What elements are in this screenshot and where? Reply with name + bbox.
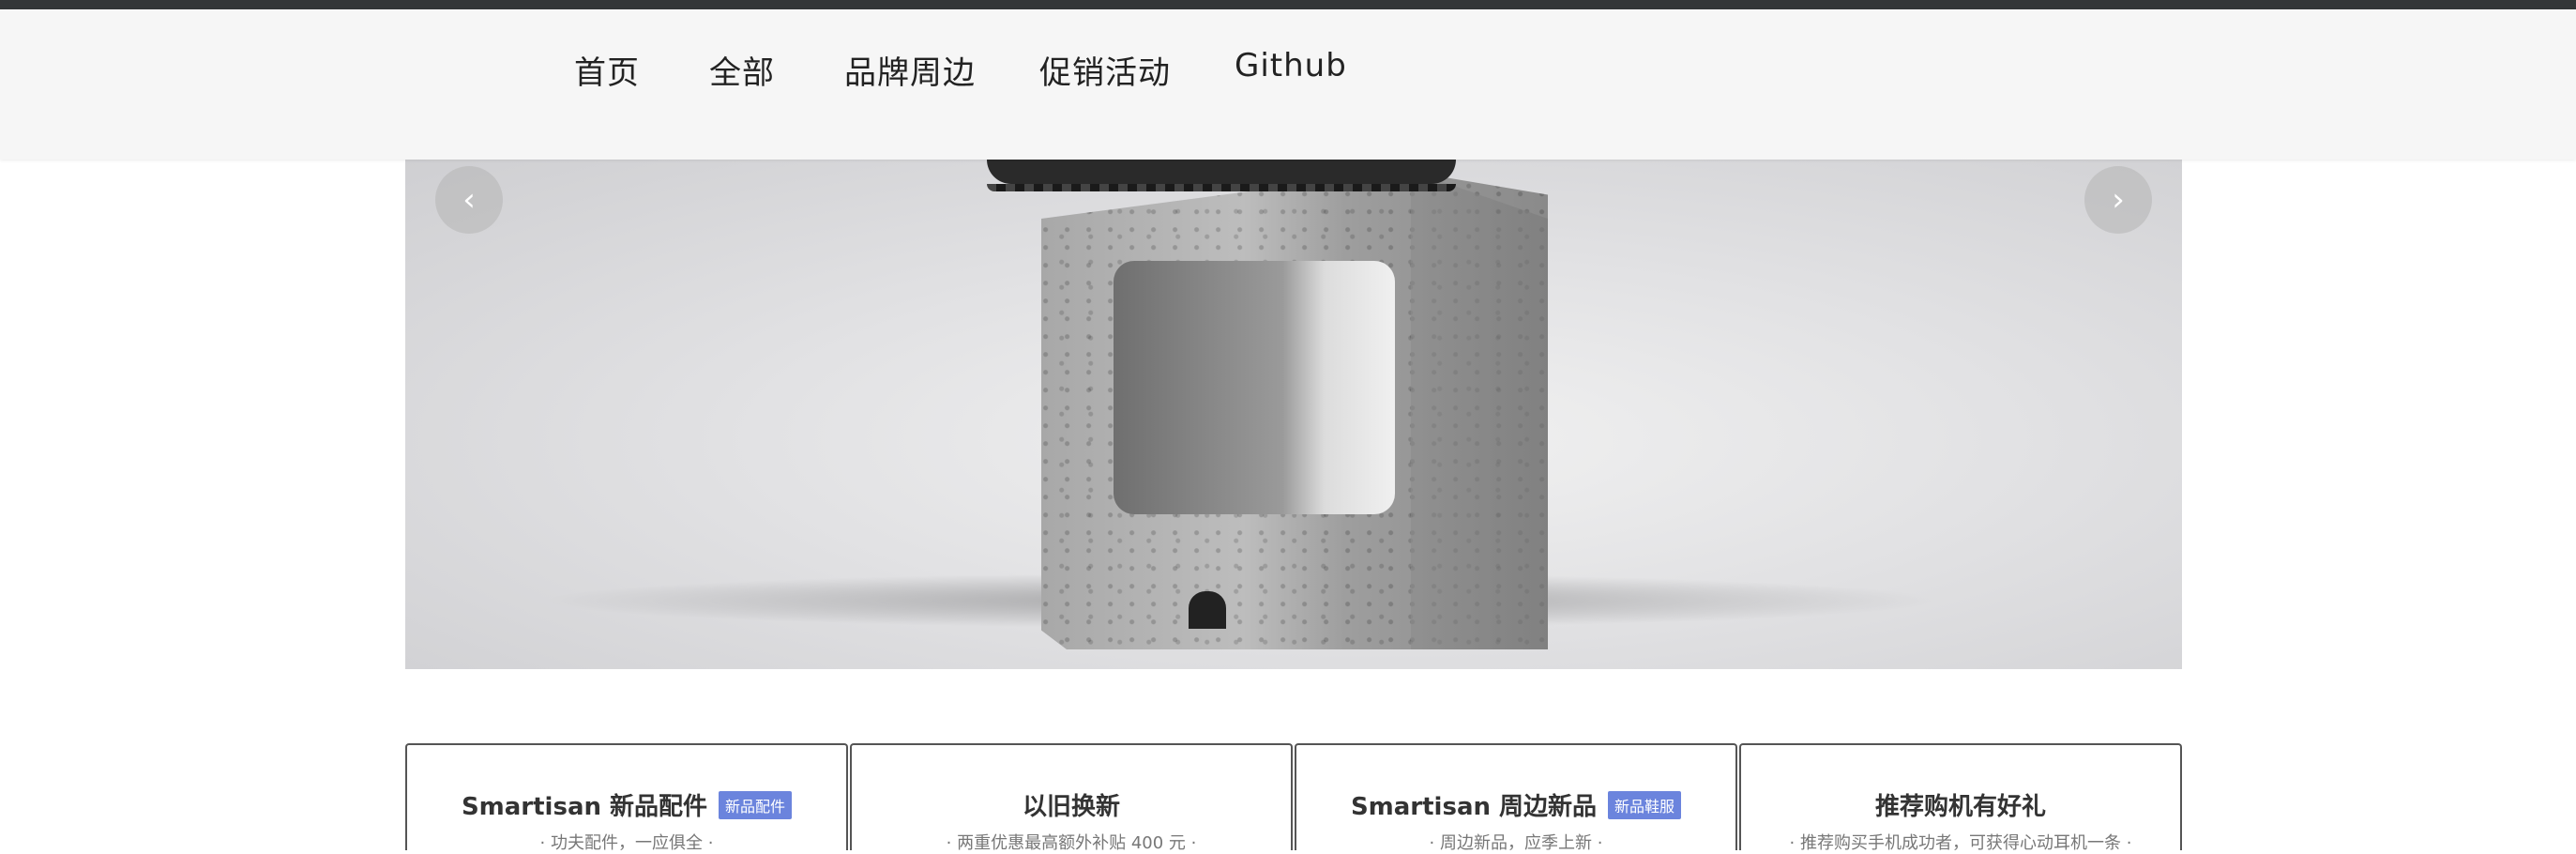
card-title-row: Smartisan 周边新品 新品鞋服 (1296, 787, 1735, 822)
card-subtitle: · 周边新品，应季上新 · (1429, 833, 1603, 853)
chevron-right-icon: › (2112, 181, 2125, 219)
feature-cards: Smartisan 新品配件 新品配件 · 功夫配件，一应俱全 · 以旧换新 ·… (405, 743, 2182, 853)
chevron-left-icon: ‹ (462, 181, 476, 219)
card-title: 以旧换新 (1022, 793, 1120, 821)
card-title: 推荐购机有好礼 (1874, 793, 2046, 821)
concrete-block-side (1411, 171, 1548, 649)
concrete-block-notch (1189, 591, 1226, 629)
concrete-block-hole (1114, 261, 1395, 514)
card-subtitle: · 推荐购买手机成功者，可获得心动耳机一条 · (1789, 833, 2132, 853)
nav-item-promotions[interactable]: 促销活动 (1039, 47, 1171, 93)
card-title: Smartisan 新品配件 (461, 793, 708, 821)
nav-item-brand[interactable]: 品牌周边 (844, 47, 976, 93)
card-title-row: Smartisan 新品配件 新品配件 (407, 787, 846, 822)
card-new-merch[interactable]: Smartisan 周边新品 新品鞋服 · 周边新品，应季上新 · (1295, 743, 1737, 853)
nav-item-all[interactable]: 全部 (709, 47, 775, 93)
card-badge: 新品鞋服 (1608, 790, 1682, 819)
nav-item-home[interactable]: 首页 (574, 47, 640, 93)
card-subtitle: · 两重优惠最高额外补贴 400 元 · (946, 833, 1197, 853)
carousel-next-button[interactable]: › (2084, 166, 2152, 234)
main-nav: 首页 全部 品牌周边 促销活动 Github (0, 9, 2576, 160)
carousel-prev-button[interactable]: ‹ (435, 166, 503, 234)
nav-item-github[interactable]: Github (1235, 47, 1347, 84)
card-new-accessories[interactable]: Smartisan 新品配件 新品配件 · 功夫配件，一应俱全 · (405, 743, 848, 853)
card-referral-gift[interactable]: 推荐购机有好礼 · 推荐购买手机成功者，可获得心动耳机一条 · (1739, 743, 2182, 853)
card-badge: 新品配件 (719, 790, 793, 819)
top-bar (0, 0, 2576, 9)
card-title-row: 以旧换新 (852, 787, 1291, 822)
card-trade-in[interactable]: 以旧换新 · 两重优惠最高额外补贴 400 元 · (850, 743, 1293, 853)
shoe-sole-image (987, 160, 1456, 191)
card-subtitle: · 功夫配件，一应俱全 · (539, 833, 714, 853)
card-title-row: 推荐购机有好礼 (1741, 787, 2180, 822)
carousel-banner[interactable] (405, 160, 2182, 669)
card-title: Smartisan 周边新品 (1350, 793, 1598, 821)
